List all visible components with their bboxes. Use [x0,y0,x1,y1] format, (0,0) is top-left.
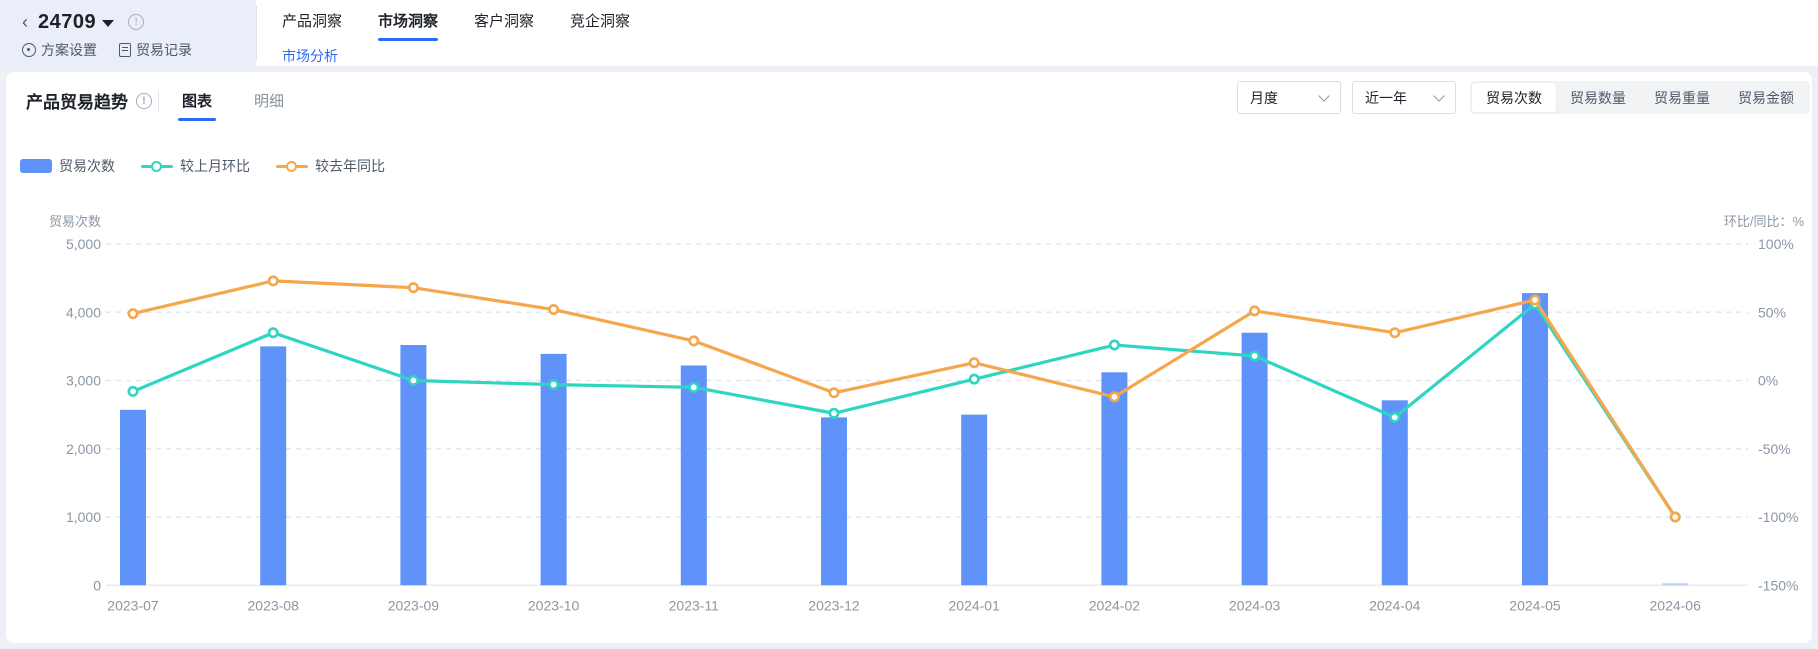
metric-trade-count-button[interactable]: 贸易次数 [1472,83,1556,112]
range-select-value: 近一年 [1365,88,1407,108]
svg-text:2023-08: 2023-08 [248,597,300,613]
view-tabs: 图表 明细 [178,86,288,125]
svg-text:2024-01: 2024-01 [949,597,1001,613]
select-chevron-icon [1433,90,1444,101]
tab-competitor-insight[interactable]: 竞企洞察 [568,8,632,43]
trade-trend-chart: 贸易次数 环比/同比：% 5,000 100% 4,000 50% 3,000 0% 2,000… [6,180,1812,640]
plan-settings-label: 方案设置 [41,40,97,60]
bar-swatch-icon [20,159,52,173]
svg-text:50%: 50% [1758,304,1786,320]
legend-yoy[interactable]: 较去年同比 [276,156,385,176]
tab-market-insight[interactable]: 市场洞察 [376,8,440,43]
svg-text:3,000: 3,000 [66,373,101,389]
tab-customer-insight[interactable]: 客户洞察 [472,8,536,43]
select-chevron-icon [1318,90,1329,101]
card-title: 产品贸易趋势 ! [26,88,152,113]
svg-text:2024-05: 2024-05 [1509,597,1561,613]
metric-trade-quantity-button[interactable]: 贸易数量 [1556,83,1640,112]
info-icon[interactable]: ! [128,14,144,30]
range-select[interactable]: 近一年 [1352,81,1456,114]
settings-target-icon [22,43,36,57]
card-title-text: 产品贸易趋势 [26,88,128,113]
metric-trade-amount-button[interactable]: 贸易金额 [1724,83,1808,112]
chart-legend: 贸易次数 较上月环比 较去年同比 [20,156,385,176]
svg-text:2023-09: 2023-09 [388,597,440,613]
svg-text:100%: 100% [1758,236,1794,252]
title-divider [158,90,159,112]
svg-text:2023-11: 2023-11 [669,597,720,613]
view-tab-detail[interactable]: 明细 [250,86,288,125]
svg-text:2024-04: 2024-04 [1369,597,1421,613]
line-dot-swatch-icon [276,165,308,168]
svg-text:0%: 0% [1758,373,1778,389]
svg-text:2023-12: 2023-12 [808,597,860,613]
legend-label: 较去年同比 [315,156,385,176]
svg-text:-100%: -100% [1758,509,1798,525]
metric-button-group: 贸易次数 贸易数量 贸易重量 贸易金额 [1470,81,1810,114]
svg-text:2023-07: 2023-07 [107,597,159,613]
legend-trade-count[interactable]: 贸易次数 [20,156,115,176]
back-icon[interactable]: ‹ [22,12,28,33]
svg-text:-50%: -50% [1758,441,1791,457]
svg-text:0: 0 [93,577,101,593]
trade-records-label: 贸易记录 [136,40,192,60]
svg-text:2024-06: 2024-06 [1650,597,1702,613]
svg-text:环比/同比：%: 环比/同比：% [1724,214,1805,229]
title-info-icon[interactable]: ! [136,93,152,109]
svg-text:5,000: 5,000 [66,236,101,252]
top-bar: ‹ 24709 ! 方案设置 贸易记录 产品洞察 市场洞察 客户洞察 竞企洞察 … [0,0,1818,66]
period-select[interactable]: 月度 [1237,81,1341,114]
main-tabs: 产品洞察 市场洞察 客户洞察 竞企洞察 [280,8,632,43]
svg-text:2024-02: 2024-02 [1089,597,1141,613]
plan-id[interactable]: 24709 [38,11,96,34]
svg-text:2023-10: 2023-10 [528,597,580,613]
tab-product-insight[interactable]: 产品洞察 [280,8,344,43]
legend-label: 贸易次数 [59,156,115,176]
line-dot-swatch-icon [141,165,173,168]
chevron-down-icon[interactable] [102,20,114,27]
metric-trade-weight-button[interactable]: 贸易重量 [1640,83,1724,112]
subtab-market-analysis[interactable]: 市场分析 [282,46,338,66]
svg-text:1,000: 1,000 [66,509,101,525]
trade-records-button[interactable]: 贸易记录 [119,40,192,60]
trend-card: 产品贸易趋势 ! 图表 明细 月度 近一年 贸易次数 贸易数量 贸易重量 贸易金… [6,72,1812,643]
period-select-value: 月度 [1250,88,1278,108]
svg-text:2,000: 2,000 [66,441,101,457]
svg-text:4,000: 4,000 [66,304,101,320]
svg-text:2024-03: 2024-03 [1229,597,1281,613]
svg-text:贸易次数: 贸易次数 [49,214,101,229]
plan-header: ‹ 24709 ! 方案设置 贸易记录 [0,0,256,66]
legend-mom[interactable]: 较上月环比 [141,156,250,176]
legend-label: 较上月环比 [180,156,250,176]
plan-settings-button[interactable]: 方案设置 [22,40,97,60]
svg-text:-150%: -150% [1758,577,1798,593]
header-divider [256,6,257,60]
view-tab-chart[interactable]: 图表 [178,86,216,125]
document-icon [119,43,131,57]
